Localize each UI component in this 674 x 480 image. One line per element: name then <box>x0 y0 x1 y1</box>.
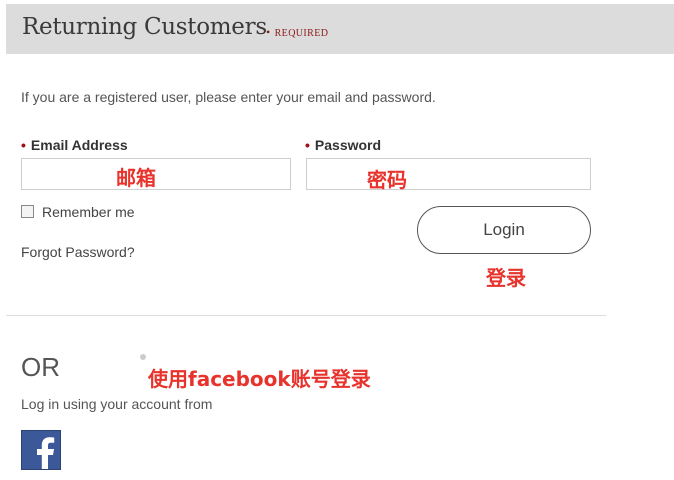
login-annotation: 登录 <box>486 266 526 290</box>
forgot-password-link[interactable]: Forgot Password? <box>21 244 135 260</box>
grey-dot <box>140 354 146 360</box>
email-label-text: Email Address <box>30 137 128 153</box>
remember-me-checkbox[interactable] <box>21 205 34 218</box>
password-required-marker: • <box>305 137 310 153</box>
header-bar: Returning Customers • REQUIRED <box>6 4 674 54</box>
required-note: • REQUIRED <box>266 25 328 40</box>
email-required-marker: • <box>21 137 26 153</box>
intro-text: If you are a registered user, please ent… <box>21 89 436 105</box>
password-label: • Password <box>305 137 381 153</box>
password-label-text: Password <box>314 137 382 153</box>
section-divider <box>6 315 606 316</box>
required-label: REQUIRED <box>274 28 329 39</box>
page-title: Returning Customers <box>22 14 267 40</box>
password-annotation: 密码 <box>367 168 407 192</box>
or-separator: OR <box>21 352 60 382</box>
login-button[interactable]: Login <box>417 206 591 254</box>
required-marker: • <box>266 25 271 39</box>
login-button-label: Login <box>483 220 525 239</box>
facebook-icon[interactable] <box>21 430 61 470</box>
social-login-caption: Log in using your account from <box>21 396 213 412</box>
email-annotation: 邮箱 <box>116 166 156 190</box>
facebook-annotation: 使用facebook账号登录 <box>148 367 371 391</box>
password-field[interactable] <box>306 158 591 190</box>
remember-me-label[interactable]: Remember me <box>42 204 135 220</box>
email-field[interactable] <box>21 158 291 190</box>
email-label: • Email Address <box>21 137 128 153</box>
